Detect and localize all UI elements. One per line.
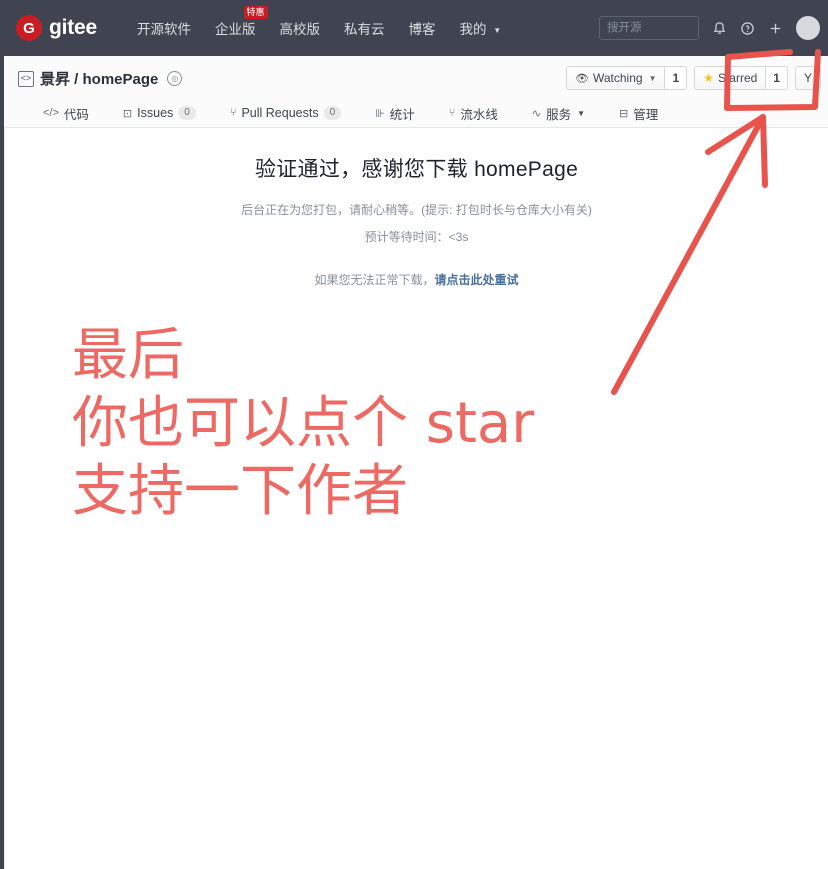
- service-icon: ∿: [531, 107, 542, 120]
- tab-pull-requests-label: Pull Requests: [241, 106, 319, 120]
- watch-count[interactable]: 1: [665, 66, 688, 90]
- download-subtitle: 后台正在为您打包，请耐心稍等。(提示: 打包时长与仓库大小有关): [241, 203, 592, 217]
- help-icon[interactable]: [740, 21, 755, 36]
- code-icon: </>: [43, 107, 59, 119]
- gitee-logo-text: gitee: [49, 16, 98, 39]
- tab-pull-requests[interactable]: ⑂ Pull Requests 0: [213, 106, 358, 120]
- download-retry-link[interactable]: 请点击此处重试: [435, 273, 519, 287]
- nav-link-blog[interactable]: 博客: [397, 12, 448, 44]
- nav-link-education[interactable]: 高校版: [268, 12, 333, 44]
- fork-button-group: Y: [794, 66, 821, 90]
- annotation-line-1: 最后: [72, 323, 184, 388]
- star-count[interactable]: 1: [766, 66, 788, 90]
- nav-link-opensource-label: 开源软件: [137, 22, 192, 37]
- tab-manage[interactable]: ⊟ 管理: [602, 104, 675, 123]
- tab-pipelines-label: 流水线: [460, 107, 498, 122]
- repository-action-buttons: 👁 Watching ▼ 1 ★ Starred 1 Y: [566, 66, 828, 90]
- breadcrumb: <> 景昇 / homePage ◎: [18, 68, 183, 89]
- download-eta: 预计等待时间：<3s: [364, 230, 469, 244]
- tab-manage-label: 管理: [633, 107, 659, 122]
- content-left-border: [4, 128, 5, 869]
- download-title: 验证通过，感谢您下载 homePage: [254, 158, 579, 181]
- watch-button-group: 👁 Watching ▼ 1: [566, 66, 688, 90]
- bell-icon[interactable]: [712, 21, 727, 36]
- top-navigation-bar: G gitee 开源软件 企业版 特惠 高校版 私有云 博客 我的 ▼: [0, 0, 828, 56]
- gitee-logo-mark-icon: G: [16, 15, 42, 41]
- window-left-edge: [0, 0, 4, 869]
- eye-icon: 👁: [575, 72, 589, 85]
- pull-request-icon: ⑂: [229, 107, 237, 119]
- user-avatar[interactable]: [796, 16, 820, 40]
- search-input[interactable]: [599, 16, 699, 40]
- tab-code-label: 代码: [63, 107, 89, 122]
- annotation-text: 最后 你也可以点个 star 支持一下作者: [72, 322, 534, 526]
- download-panel: 验证通过，感谢您下载 homePage 后台正在为您打包，请耐心稍等。(提示: …: [5, 129, 828, 288]
- nav-link-opensource[interactable]: 开源软件: [125, 12, 203, 44]
- nav-link-blog-label: 博客: [408, 22, 436, 37]
- nav-link-private-cloud[interactable]: 私有云: [332, 12, 397, 44]
- promo-badge: 特惠: [243, 6, 268, 19]
- nav-link-education-label: 高校版: [279, 22, 321, 37]
- tab-issues-label: Issues: [137, 106, 174, 120]
- nav-link-mine[interactable]: 我的 ▼: [448, 12, 514, 44]
- chevron-down-icon: ▼: [577, 108, 586, 118]
- repo-badge-icon: ◎: [167, 71, 183, 86]
- star-button-group: ★ Starred 1: [694, 66, 788, 90]
- nav-link-enterprise-label: 企业版: [215, 22, 256, 37]
- tab-statistics[interactable]: ⊪ 统计: [358, 104, 432, 123]
- download-retry-row: 如果您无法正常下载，请点击此处重试: [5, 271, 828, 288]
- page-title[interactable]: 景昇 / homePage: [40, 68, 158, 89]
- pipeline-icon: ⑂: [448, 107, 456, 119]
- star-icon: ★: [703, 71, 714, 85]
- main-nav-links: 开源软件 企业版 特惠 高校版 私有云 博客 我的 ▼: [125, 6, 514, 44]
- tab-issues-count: 0: [178, 106, 196, 120]
- fork-button-label: Y: [803, 71, 812, 85]
- tab-services[interactable]: ∿ 服务 ▼: [515, 104, 602, 123]
- annotation-line-2: 你也可以点个 star: [72, 391, 535, 456]
- tab-code[interactable]: </> 代码: [26, 104, 106, 123]
- issue-icon: ⊡: [122, 107, 133, 120]
- tab-issues[interactable]: ⊡ Issues 0: [106, 106, 213, 120]
- page-root: G gitee 开源软件 企业版 特惠 高校版 私有云 博客 我的 ▼ 搜开源 …: [0, 0, 828, 869]
- chevron-down-icon: ▼: [648, 73, 657, 83]
- watch-button[interactable]: 👁 Watching ▼: [566, 66, 666, 90]
- chevron-down-icon: ▼: [493, 25, 502, 35]
- tab-pipelines[interactable]: ⑂ 流水线: [432, 104, 515, 123]
- chart-icon: ⊪: [375, 107, 385, 120]
- tab-pull-requests-count: 0: [323, 106, 342, 120]
- watch-button-label: Watching: [592, 71, 643, 85]
- nav-right-cluster: [599, 16, 828, 40]
- download-retry-prefix: 如果您无法正常下载，: [314, 273, 435, 287]
- manage-icon: ⊟: [619, 107, 629, 120]
- annotation-line-3: 支持一下作者: [72, 459, 408, 524]
- nav-link-mine-label: 我的: [459, 22, 487, 37]
- star-button[interactable]: ★ Starred: [694, 66, 767, 90]
- fork-button[interactable]: Y: [794, 66, 821, 90]
- code-repo-icon: <>: [18, 70, 34, 87]
- plus-icon[interactable]: [768, 21, 783, 36]
- tab-services-label: 服务: [546, 107, 572, 122]
- gitee-logo[interactable]: G gitee: [16, 15, 97, 41]
- repository-tabs: </> 代码 ⊡ Issues 0 ⑂ Pull Requests 0 ⊪ 统计…: [4, 98, 828, 128]
- star-button-label: Starred: [717, 71, 758, 85]
- tab-statistics-label: 统计: [389, 107, 415, 122]
- nav-link-enterprise[interactable]: 企业版 特惠: [203, 6, 268, 44]
- nav-link-private-cloud-label: 私有云: [344, 22, 385, 37]
